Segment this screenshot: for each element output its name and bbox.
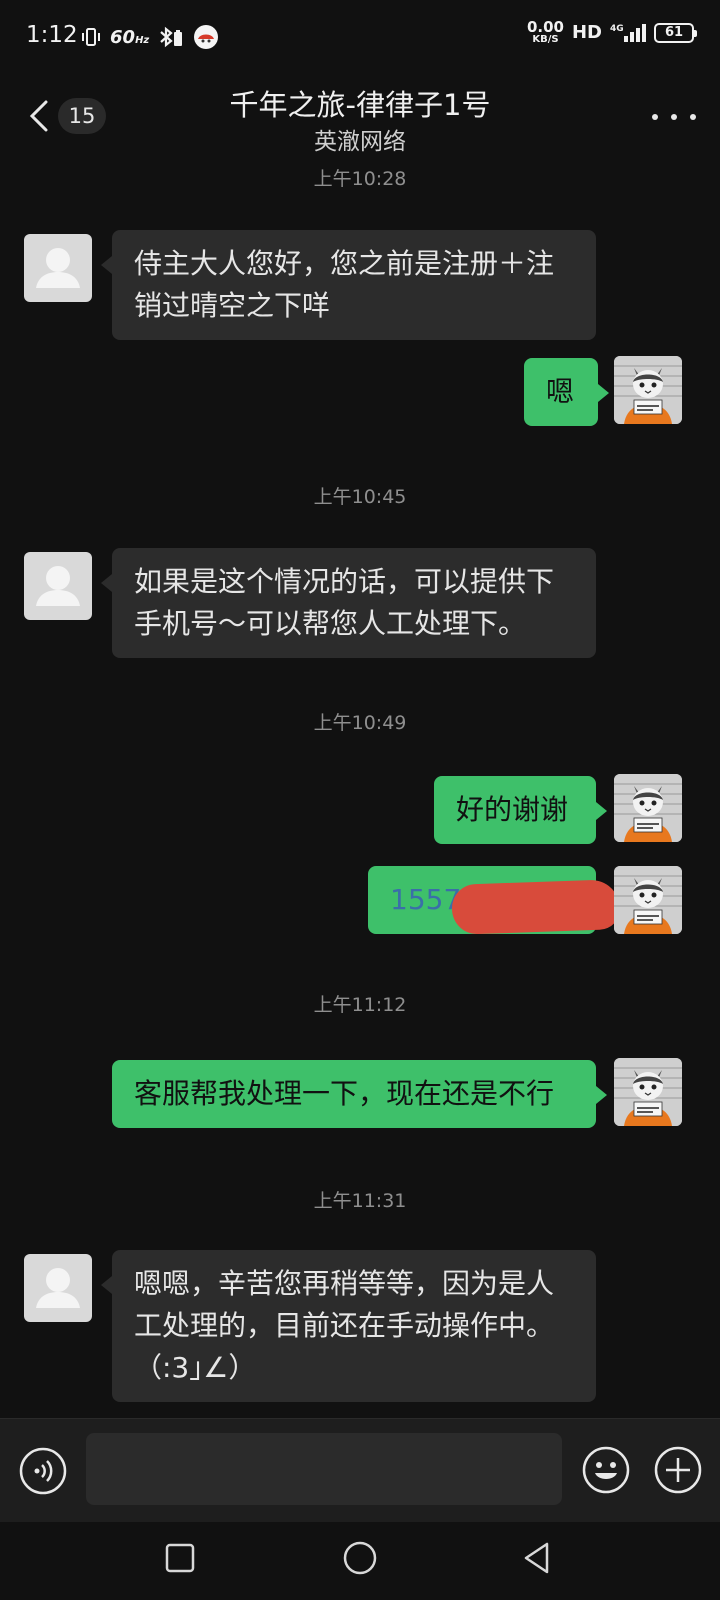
message-bubble-outgoing[interactable]: 好的谢谢 bbox=[434, 776, 607, 844]
my-avatar[interactable] bbox=[614, 356, 682, 424]
emoji-button[interactable] bbox=[580, 1444, 632, 1496]
chat-title: 千年之旅-律律子1号 bbox=[229, 88, 491, 122]
message-input[interactable] bbox=[86, 1433, 562, 1505]
message-bubble-incoming[interactable]: 侍主大人您好，您之前是注册＋注销过晴空之下咩 bbox=[101, 230, 596, 340]
svg-text:4G: 4G bbox=[610, 24, 624, 34]
cat-mugshot-avatar bbox=[614, 866, 682, 934]
recent-apps-button[interactable] bbox=[158, 1536, 202, 1580]
message-bubble-outgoing[interactable]: 客服帮我处理一下，现在还是不行 bbox=[112, 1060, 607, 1128]
signal-icon: 4G bbox=[610, 22, 646, 44]
triangle-back-icon bbox=[524, 1542, 549, 1574]
my-avatar[interactable] bbox=[614, 774, 682, 842]
default-user-avatar-icon bbox=[36, 566, 80, 606]
system-nav-bar bbox=[0, 1522, 720, 1600]
back-nav-button[interactable] bbox=[516, 1536, 560, 1580]
my-avatar[interactable] bbox=[614, 866, 682, 934]
cat-mugshot-avatar bbox=[614, 774, 682, 842]
chat-header: 15 千年之旅-律律子1号 英澈网络 bbox=[0, 72, 720, 164]
timestamp: 上午10:28 bbox=[313, 168, 407, 190]
contact-avatar[interactable] bbox=[24, 234, 92, 302]
timestamp: 上午11:31 bbox=[313, 1190, 407, 1212]
cat-mugshot-avatar bbox=[614, 356, 682, 424]
more-options-button[interactable] bbox=[652, 102, 696, 132]
cat-mugshot-avatar bbox=[614, 1058, 682, 1126]
message-bubble-incoming[interactable]: 如果是这个情况的话，可以提供下手机号～可以帮您人工处理下。 bbox=[101, 548, 596, 658]
chat-subtitle: 英澈网络 bbox=[314, 129, 406, 155]
message-list[interactable]: 上午10:28 侍主大人您好，您之前是注册＋注销过晴空之下咩 嗯 上午10:45… bbox=[0, 164, 720, 1418]
app-notification-icon bbox=[193, 24, 219, 50]
home-button[interactable] bbox=[338, 1536, 382, 1580]
timestamp: 上午10:45 bbox=[313, 486, 407, 508]
emoji-icon bbox=[582, 1446, 630, 1494]
voice-input-button[interactable] bbox=[18, 1446, 68, 1496]
timestamp: 上午10:49 bbox=[313, 712, 407, 734]
status-bar: 1:12 60Hz 0.00 KB/S HD 4G 61 bbox=[0, 0, 720, 72]
status-time: 1:12 bbox=[26, 22, 78, 48]
vibrate-icon bbox=[80, 26, 102, 48]
redaction-mark bbox=[451, 879, 621, 935]
contact-avatar[interactable] bbox=[24, 1254, 92, 1322]
battery-icon: 61 bbox=[654, 22, 697, 43]
more-functions-button[interactable] bbox=[652, 1444, 704, 1496]
contact-avatar[interactable] bbox=[24, 552, 92, 620]
hd-indicator: HD bbox=[571, 22, 602, 43]
circle-icon bbox=[343, 1541, 377, 1575]
message-bubble-outgoing[interactable]: 嗯 bbox=[524, 358, 609, 426]
input-bar bbox=[0, 1418, 720, 1522]
message-bubble-incoming[interactable]: 嗯嗯，辛苦您再稍等等，因为是人工处理的，目前还在手动操作中。（:3｣∠） bbox=[101, 1250, 596, 1402]
bluetooth-battery-icon bbox=[157, 25, 185, 49]
square-icon bbox=[165, 1543, 195, 1573]
timestamp: 上午11:12 bbox=[313, 994, 407, 1016]
plus-icon bbox=[654, 1446, 702, 1494]
voice-icon bbox=[19, 1447, 67, 1495]
network-speed: 0.00 KB/S bbox=[526, 18, 564, 45]
default-user-avatar-icon bbox=[36, 248, 80, 288]
my-avatar[interactable] bbox=[614, 1058, 682, 1126]
refresh-rate-indicator: 60Hz bbox=[110, 26, 150, 48]
default-user-avatar-icon bbox=[36, 1268, 80, 1308]
